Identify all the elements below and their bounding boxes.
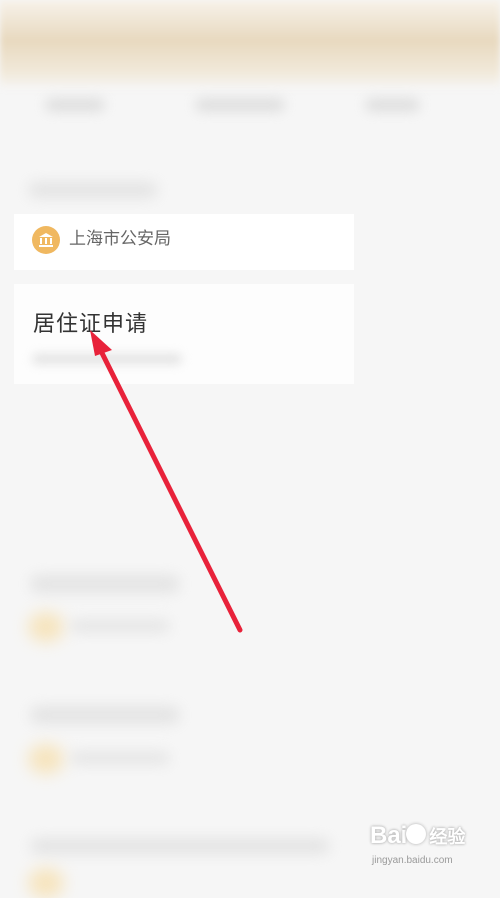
blurred-tab[interactable] xyxy=(45,98,105,112)
service-card[interactable]: 居住证申请 xyxy=(14,284,354,384)
blurred-list-text xyxy=(70,620,170,632)
blurred-icon xyxy=(28,744,64,774)
blurred-header xyxy=(0,0,500,90)
blurred-section-heading xyxy=(28,182,158,198)
agency-name: 上海市公安局 xyxy=(69,229,171,248)
agency-card[interactable]: 上海市公安局 xyxy=(14,214,354,270)
blurred-icon xyxy=(28,612,64,642)
blurred-list-heading xyxy=(30,706,180,724)
blurred-list-text xyxy=(70,752,170,764)
watermark-url: jingyan.baidu.com xyxy=(372,855,453,866)
blurred-icon xyxy=(28,868,64,898)
blurred-subtitle xyxy=(32,354,182,364)
service-title: 居住证申请 xyxy=(33,311,149,336)
paw-icon xyxy=(406,824,426,844)
blurred-tab-bar xyxy=(0,90,500,130)
blurred-list-heading xyxy=(30,575,180,593)
blurred-tab[interactable] xyxy=(195,98,285,112)
government-building-icon xyxy=(32,226,60,254)
watermark: Bai 经验 jingyan.baidu.com xyxy=(352,819,482,877)
blurred-list-heading xyxy=(30,838,330,854)
blurred-tab[interactable] xyxy=(365,98,420,112)
